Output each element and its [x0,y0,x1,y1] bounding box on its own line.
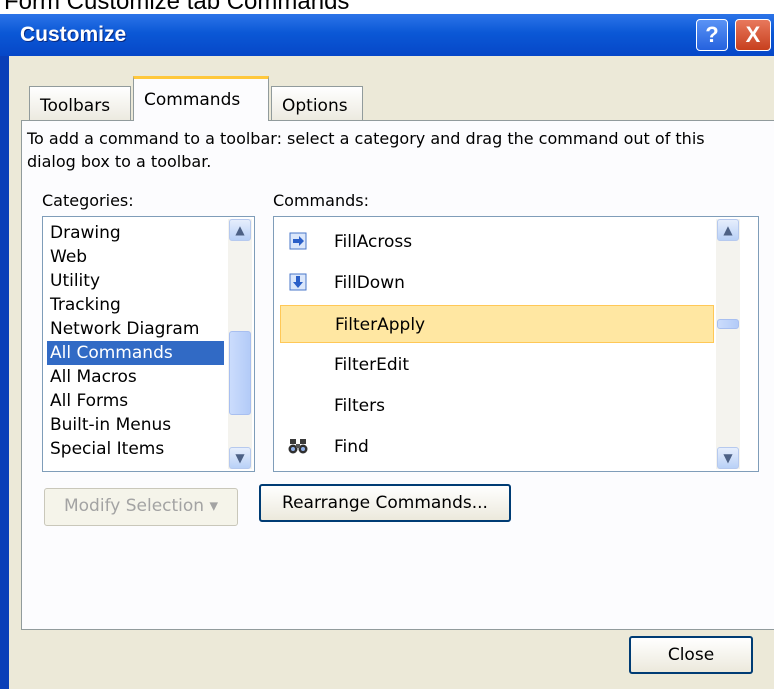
categories-listbox[interactable]: Drawing Web Utility Tracking Network Dia… [42,216,255,472]
list-item[interactable]: All Forms [47,389,224,413]
list-item[interactable]: Drawing [47,221,224,245]
arrow-down-icon [288,273,308,291]
tab-options[interactable]: Options [271,86,363,120]
rearrange-commands-button[interactable]: Rearrange Commands... [259,484,511,522]
categories-label: Categories: [42,191,134,210]
command-label: FillDown [334,273,405,293]
command-label: Filters [334,396,385,416]
list-item[interactable]: Filters [280,387,714,425]
command-label: FilterApply [335,315,426,335]
scroll-up-button[interactable]: ▲ [717,219,739,241]
help-button[interactable]: ? [696,19,728,51]
scroll-thumb[interactable] [717,319,739,329]
tab-toolbars[interactable]: Toolbars [29,86,131,120]
command-label: Find [334,437,369,457]
list-item[interactable]: All Macros [47,365,224,389]
list-item[interactable]: Built-in Menus [47,413,224,437]
list-item[interactable]: Tracking [47,293,224,317]
list-item[interactable]: Network Diagram [47,317,224,341]
list-item[interactable]: Web [47,245,224,269]
list-item[interactable]: FilterEdit [280,346,714,384]
list-item[interactable]: FillDown [280,264,714,302]
list-item[interactable]: Special Items [47,437,224,461]
caption-text: Form Customize tab Commands [4,0,350,14]
instructions-text: To add a command to a toolbar: select a … [27,129,705,171]
list-item-selected[interactable]: FilterApply [280,305,714,343]
tab-commands[interactable]: Commands [133,76,269,121]
scroll-thumb[interactable] [229,331,251,415]
window-title: Customize [20,23,127,46]
list-item[interactable]: Find [280,428,714,466]
commands-label: Commands: [273,191,369,210]
arrow-right-icon [288,232,308,250]
command-label: FilterEdit [334,355,410,375]
customize-window: Customize ? X Toolbars Commands Options … [0,14,774,689]
list-item-selected[interactable]: All Commands [47,341,224,365]
caption-text-strip: Form Customize tab Commands [0,0,774,14]
commands-scrollbar[interactable]: ▲ ▼ [716,219,740,469]
close-window-button[interactable]: X [735,19,771,51]
scroll-down-button[interactable]: ▼ [229,447,251,469]
scroll-down-button[interactable]: ▼ [717,447,739,469]
commands-listbox[interactable]: FillAcross FillDown FilterApply FilterEd… [273,216,759,472]
title-bar[interactable]: Customize ? X [0,14,774,56]
dialog-body: Toolbars Commands Options To add a comma… [9,56,774,689]
scroll-up-button[interactable]: ▲ [229,219,251,241]
list-item[interactable]: Utility [47,269,224,293]
command-label: FillAcross [334,232,413,252]
modify-selection-button[interactable]: Modify Selection ▾ [44,488,238,526]
list-item[interactable]: FillAcross [280,223,714,261]
close-button[interactable]: Close [629,636,753,674]
binoculars-icon [288,437,308,455]
categories-scrollbar[interactable]: ▲ ▼ [228,219,252,469]
